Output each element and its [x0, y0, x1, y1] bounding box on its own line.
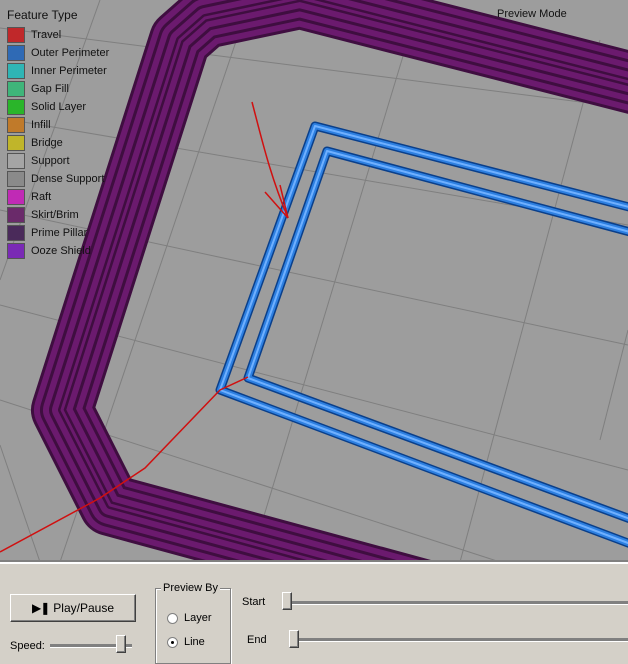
- legend-swatch: [7, 189, 25, 205]
- legend-item: Gap Fill: [7, 80, 109, 98]
- legend-label: Travel: [31, 29, 62, 41]
- legend-item: Skirt/Brim: [7, 206, 109, 224]
- legend-label: Solid Layer: [31, 101, 87, 113]
- legend-item: Travel: [7, 26, 109, 44]
- start-slider-thumb[interactable]: [282, 592, 292, 610]
- feature-type-legend: Travel Outer Perimeter Inner Perimeter Gap …: [7, 26, 109, 260]
- legend-label: Infill: [31, 119, 51, 131]
- legend-swatch: [7, 27, 25, 43]
- end-slider-track[interactable]: [289, 638, 628, 642]
- legend-swatch: [7, 63, 25, 79]
- speed-slider-thumb[interactable]: [116, 635, 126, 653]
- legend-swatch: [7, 207, 25, 223]
- preview-mode-label: Preview Mode: [497, 8, 567, 20]
- legend-item: Dense Support: [7, 170, 109, 188]
- legend-label: Dense Support: [31, 173, 105, 185]
- legend-item: Prime Pillar: [7, 224, 109, 242]
- legend-item: Bridge: [7, 134, 109, 152]
- legend-swatch: [7, 153, 25, 169]
- start-label: Start: [242, 596, 266, 608]
- legend-item: Outer Perimeter: [7, 44, 109, 62]
- legend-label: Prime Pillar: [31, 227, 88, 239]
- legend-label: Skirt/Brim: [31, 209, 79, 221]
- play-pause-label: Play/Pause: [53, 601, 114, 615]
- end-label: End: [247, 634, 267, 646]
- layer-radio-label: Layer: [184, 612, 212, 624]
- playback-panel: ▶❚ Play/Pause Speed: Preview By Layer Li…: [0, 560, 628, 664]
- legend-item: Ooze Shield: [7, 242, 109, 260]
- preview-by-title: Preview By: [161, 582, 221, 594]
- line-radio[interactable]: [167, 636, 178, 648]
- legend-label: Raft: [31, 191, 52, 203]
- end-slider-thumb[interactable]: [289, 630, 299, 648]
- legend-swatch: [7, 45, 25, 61]
- preview-by-group: [155, 588, 231, 664]
- legend-swatch: [7, 99, 25, 115]
- layer-radio[interactable]: [167, 612, 178, 624]
- play-pause-button[interactable]: ▶❚ Play/Pause: [10, 594, 136, 622]
- legend-label: Gap Fill: [31, 83, 69, 95]
- preview-by-line-option[interactable]: Line: [167, 636, 205, 648]
- speed-label: Speed:: [10, 640, 45, 652]
- legend-item: Infill: [7, 116, 109, 134]
- legend-title: Feature Type: [7, 8, 78, 22]
- line-radio-label: Line: [184, 636, 205, 648]
- play-pause-icon: ▶❚: [32, 601, 50, 615]
- preview-by-layer-option[interactable]: Layer: [167, 612, 212, 624]
- legend-swatch: [7, 81, 25, 97]
- legend-item: Inner Perimeter: [7, 62, 109, 80]
- legend-swatch: [7, 135, 25, 151]
- legend-label: Bridge: [31, 137, 63, 149]
- legend-item: Raft: [7, 188, 109, 206]
- legend-swatch: [7, 171, 25, 187]
- legend-swatch: [7, 117, 25, 133]
- legend-label: Support: [31, 155, 70, 167]
- legend-item: Solid Layer: [7, 98, 109, 116]
- legend-label: Inner Perimeter: [31, 65, 107, 77]
- legend-item: Support: [7, 152, 109, 170]
- legend-label: Outer Perimeter: [31, 47, 110, 59]
- legend-swatch: [7, 243, 25, 259]
- legend-swatch: [7, 225, 25, 241]
- start-slider-track[interactable]: [282, 601, 628, 605]
- legend-label: Ooze Shield: [31, 245, 91, 257]
- preview-viewport[interactable]: Feature Type Travel Outer Perimeter Inner …: [0, 0, 628, 562]
